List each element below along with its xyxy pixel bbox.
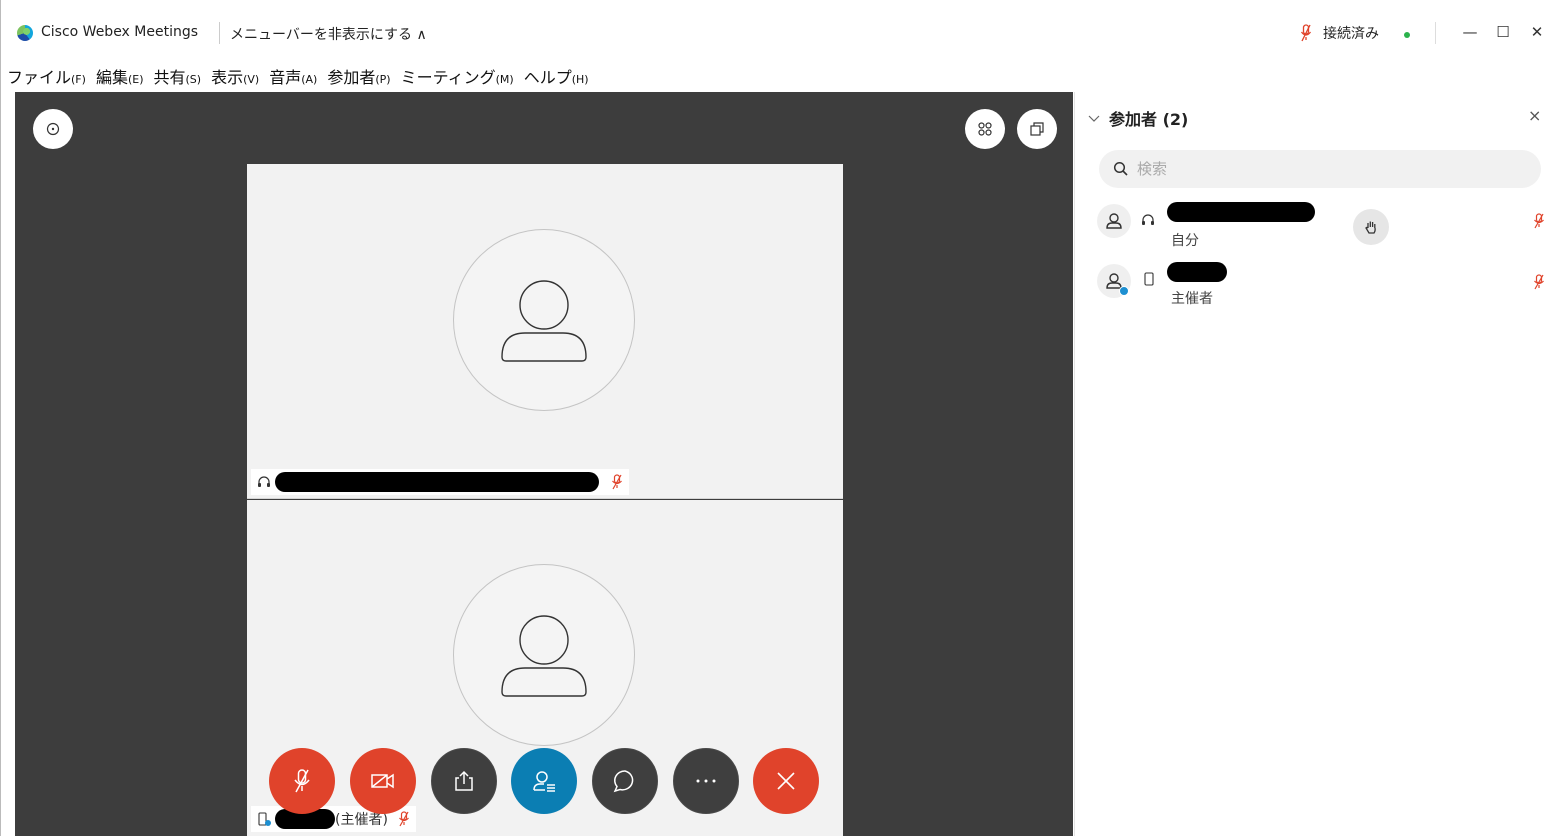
host-badge-icon	[1119, 286, 1129, 296]
video-off-icon	[371, 773, 394, 789]
raise-hand-button[interactable]	[1353, 209, 1389, 245]
participant-role: 主催者	[1171, 291, 1213, 307]
video-tile-self[interactable]	[247, 164, 843, 499]
menu-share[interactable]: 共有(S)	[154, 64, 202, 88]
title-bar: Cisco Webex Meetings メニューバーを非表示にする ∧ 接続済…	[1, 0, 1547, 62]
menu-view[interactable]: 表示(V)	[211, 64, 259, 88]
participants-panel: 参加者 (2) × 自分	[1074, 92, 1547, 836]
title-divider-2	[1435, 22, 1436, 44]
person-icon	[1106, 213, 1122, 229]
webex-window: Cisco Webex Meetings メニューバーを非表示にする ∧ 接続済…	[0, 0, 1547, 836]
participant-name-tag	[251, 469, 629, 495]
mic-muted-icon	[398, 811, 409, 827]
menu-bar: ファイル(F) 編集(E) 共有(S) 表示(V) 音声(A) 参加者(P) ミ…	[1, 62, 599, 90]
menu-meeting[interactable]: ミーティング(M)	[401, 64, 514, 88]
search-icon	[1113, 161, 1128, 176]
app-title: Cisco Webex Meetings	[41, 24, 199, 40]
mic-muted-icon	[612, 474, 622, 490]
redacted-name	[275, 472, 599, 492]
panel-close-button[interactable]: ×	[1528, 106, 1547, 125]
minimize-button[interactable]: —	[1456, 18, 1484, 46]
stop-video-button[interactable]	[350, 748, 416, 814]
more-icon	[696, 779, 716, 783]
info-icon	[46, 122, 60, 136]
chat-button[interactable]	[592, 748, 658, 814]
search-input[interactable]	[1137, 160, 1517, 178]
participant-row-self[interactable]: 自分	[1075, 200, 1547, 258]
menu-edit[interactable]: 編集(E)	[96, 64, 144, 88]
menu-audio[interactable]: 音声(A)	[269, 64, 317, 88]
mute-button[interactable]	[269, 748, 335, 814]
title-divider	[219, 22, 220, 44]
headset-icon	[1142, 214, 1154, 225]
chevron-down-icon	[1088, 115, 1100, 122]
hide-menubar-button[interactable]: メニューバーを非表示にする ∧	[230, 24, 427, 44]
avatar	[1097, 264, 1131, 298]
maximize-button[interactable]: ☐	[1489, 18, 1517, 46]
participants-panel-header[interactable]: 参加者 (2)	[1087, 106, 1188, 130]
menu-file[interactable]: ファイル(F)	[7, 64, 86, 88]
video-stage: (主催者)	[15, 92, 1073, 836]
grid-icon	[978, 122, 992, 136]
participants-icon	[533, 771, 555, 792]
panel-title: 参加者 (2)	[1109, 110, 1189, 129]
redacted-name	[1167, 202, 1315, 222]
window-close-button[interactable]: ✕	[1523, 18, 1547, 46]
chat-icon	[613, 770, 634, 793]
avatar	[453, 229, 635, 411]
mic-muted-icon	[1300, 24, 1312, 42]
menu-help[interactable]: ヘルプ(H)	[524, 64, 589, 88]
avatar	[453, 564, 635, 746]
phone-icon	[258, 812, 271, 826]
person-icon	[501, 280, 587, 362]
person-icon	[501, 615, 587, 697]
more-button[interactable]	[673, 748, 739, 814]
participant-row-host[interactable]: 主催者	[1075, 258, 1547, 316]
headset-icon	[258, 476, 270, 487]
participant-search[interactable]	[1099, 150, 1541, 188]
redacted-name	[1167, 262, 1227, 282]
avatar	[1097, 204, 1131, 238]
meeting-info-button[interactable]	[33, 109, 73, 149]
popout-icon	[1030, 122, 1044, 136]
share-icon	[455, 770, 473, 791]
close-icon	[777, 772, 795, 790]
webex-logo-icon	[17, 25, 33, 41]
popout-button[interactable]	[1017, 109, 1057, 149]
share-button[interactable]	[431, 748, 497, 814]
participant-role: 自分	[1171, 233, 1199, 249]
mic-muted-icon	[1534, 274, 1544, 290]
connection-status[interactable]: 接続済み	[1323, 23, 1379, 43]
connected-dot-icon	[1404, 32, 1410, 38]
hand-icon	[1365, 221, 1376, 234]
mic-off-icon	[294, 769, 310, 793]
grid-view-button[interactable]	[965, 109, 1005, 149]
leave-button[interactable]	[753, 748, 819, 814]
phone-icon	[1144, 272, 1154, 286]
menu-participants[interactable]: 参加者(P)	[327, 64, 390, 88]
participants-button[interactable]	[511, 748, 577, 814]
mic-muted-icon	[1534, 213, 1544, 229]
